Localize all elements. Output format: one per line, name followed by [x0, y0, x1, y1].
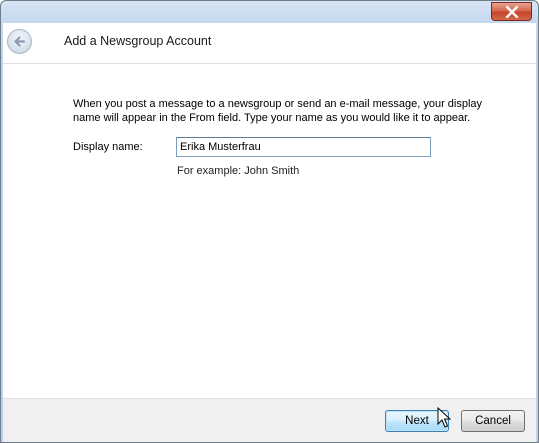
back-button[interactable] [7, 29, 32, 54]
next-button[interactable]: Next [385, 410, 449, 432]
cancel-button[interactable]: Cancel [461, 410, 525, 432]
back-arrow-icon [14, 36, 26, 47]
wizard-header: Add a Newsgroup Account [3, 23, 536, 64]
wizard-footer: Next Cancel [3, 398, 536, 442]
intro-line-2: name will appear in the From field. Type… [73, 112, 471, 124]
example-hint: For example: John Smith [177, 165, 300, 177]
display-name-input[interactable] [176, 137, 431, 157]
window-title: Add a Newsgroup Account [64, 34, 212, 48]
wizard-window: Add a Newsgroup Account When you post a … [0, 0, 539, 443]
intro-line-1: When you post a message to a newsgroup o… [73, 98, 483, 110]
intro-text: When you post a message to a newsgroup o… [73, 97, 493, 125]
wizard-content: When you post a message to a newsgroup o… [3, 64, 536, 398]
display-name-label: Display name: [73, 141, 143, 153]
close-icon [505, 6, 519, 18]
close-button[interactable] [491, 2, 532, 21]
